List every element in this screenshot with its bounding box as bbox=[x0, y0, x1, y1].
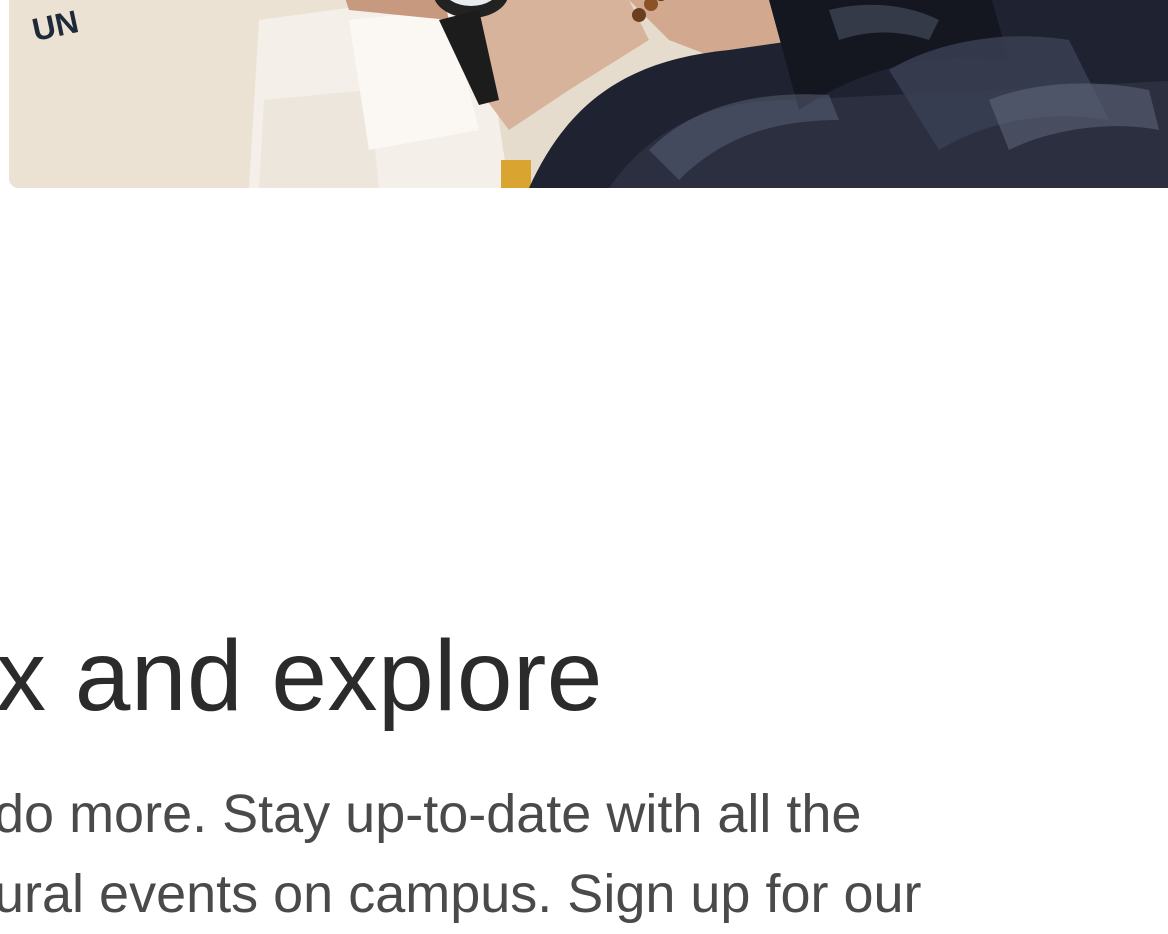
section-heading: x and explore bbox=[0, 620, 603, 732]
section-body: do more. Stay up-to-date with all the ur… bbox=[0, 774, 1168, 934]
hero-image: UN bbox=[9, 0, 1168, 188]
body-line: do more. Stay up-to-date with all the bbox=[0, 784, 862, 844]
body-line: ural events on campus. Sign up for our bbox=[0, 864, 922, 924]
page: UN x and explore do more. Stay up-to-dat… bbox=[0, 0, 1168, 934]
hero-photo-illustration: UN bbox=[9, 0, 1168, 188]
